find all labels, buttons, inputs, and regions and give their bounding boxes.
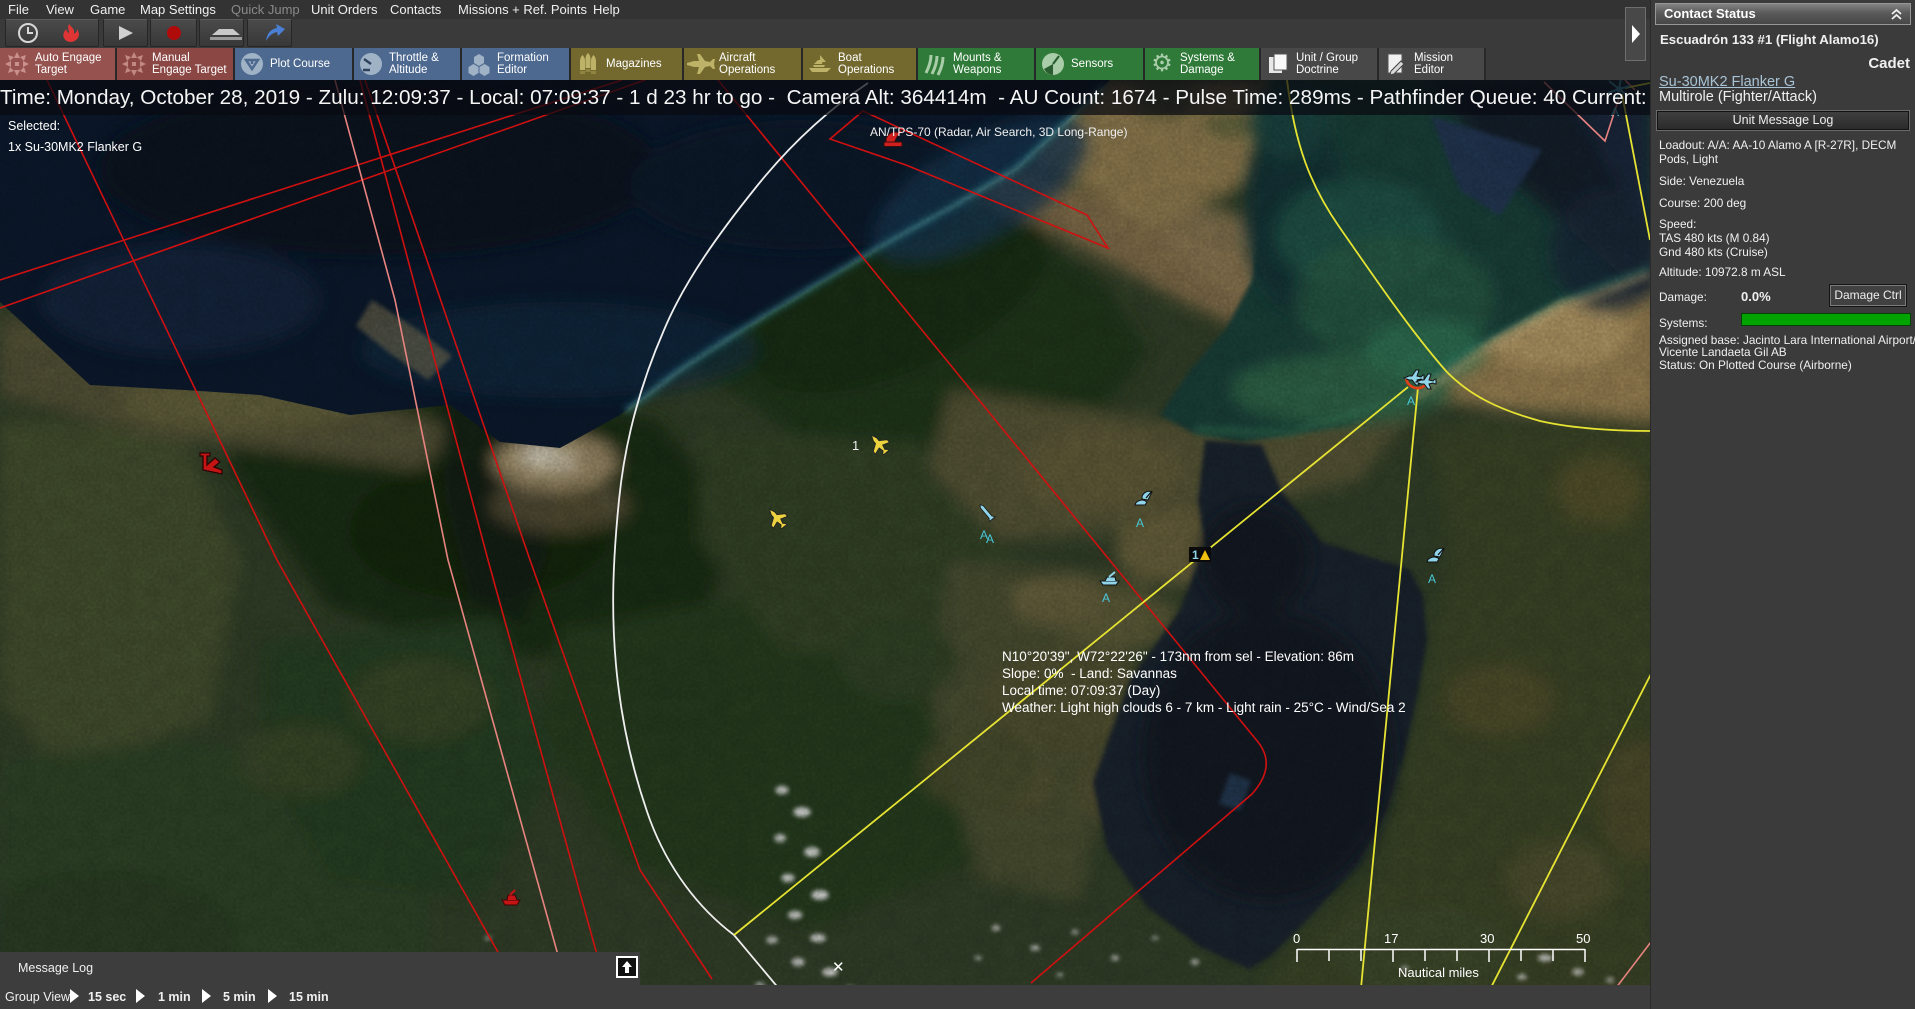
svg-text:Local time: 07:09:37 (Day): Local time: 07:09:37 (Day) bbox=[1002, 683, 1160, 698]
svg-text:30: 30 bbox=[1480, 931, 1494, 946]
svg-text:50: 50 bbox=[1576, 931, 1590, 946]
svg-text:AN/TPS-70 (Radar, Air Search,: AN/TPS-70 (Radar, Air Search, 3D Long-Ra… bbox=[870, 125, 1127, 139]
svg-text:Weather: Light high clouds 6 -: Weather: Light high clouds 6 - 7 km - Li… bbox=[1002, 700, 1406, 715]
svg-text:0: 0 bbox=[1293, 931, 1300, 946]
svg-text:Nautical miles: Nautical miles bbox=[1398, 965, 1479, 980]
svg-text:Slope: 0% - Land: Savannas: Slope: 0% - Land: Savannas bbox=[1002, 666, 1177, 681]
svg-text:N10°20'39", W72°22'26" - 173nm: N10°20'39", W72°22'26" - 173nm from sel … bbox=[1002, 649, 1354, 664]
svg-text:17: 17 bbox=[1384, 931, 1398, 946]
svg-text:A: A bbox=[1407, 394, 1415, 408]
svg-text:1: 1 bbox=[852, 438, 859, 453]
svg-text:✕: ✕ bbox=[832, 959, 845, 976]
svg-text:1: 1 bbox=[1192, 548, 1199, 562]
svg-text:A: A bbox=[1428, 572, 1436, 586]
svg-text:A: A bbox=[1136, 516, 1144, 530]
svg-text:A: A bbox=[1102, 591, 1110, 605]
svg-text:A: A bbox=[986, 532, 994, 546]
